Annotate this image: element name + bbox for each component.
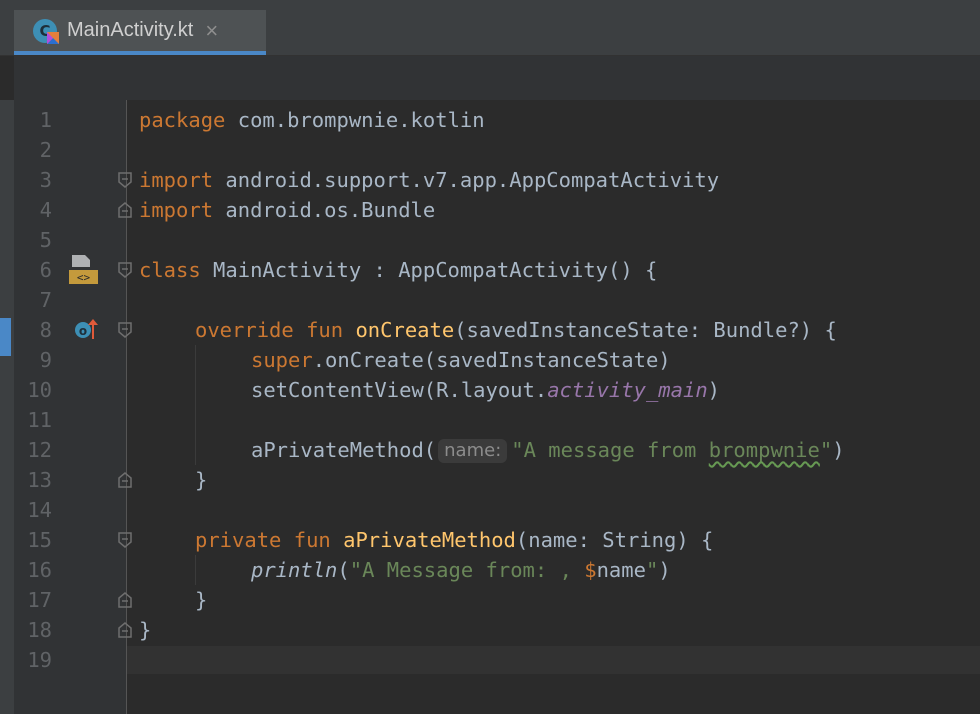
kotlin-class-icon: C <box>33 18 59 44</box>
line-number: 16 <box>27 558 52 582</box>
code-text[interactable]: } <box>195 465 207 495</box>
line-number: 6 <box>39 258 52 282</box>
code-line: 10 setContentView(R.layout.activity_main… <box>0 375 980 405</box>
code-line: 14 <box>0 495 980 525</box>
editor-tab-bar: C MainActivity.kt × <box>0 0 980 56</box>
code-line: 19 <box>0 645 980 675</box>
line-number: 17 <box>27 588 52 612</box>
tab-bar-left-strip <box>0 0 14 55</box>
code-text[interactable]: setContentView(R.layout.activity_main) <box>251 375 720 405</box>
code-line: 13 } <box>0 465 980 495</box>
code-line: 18 } <box>0 615 980 645</box>
line-number: 11 <box>27 408 52 432</box>
code-line: 2 <box>0 135 980 165</box>
line-number: 4 <box>39 198 52 222</box>
typo-underline: brompwnie <box>708 438 820 462</box>
line-number: 19 <box>27 648 52 672</box>
code-text[interactable]: super.onCreate(savedInstanceState) <box>251 345 671 375</box>
code-line: 7 <box>0 285 980 315</box>
code-text[interactable]: } <box>139 615 151 645</box>
code-line: 15 private fun aPrivateMethod(name: Stri… <box>0 525 980 555</box>
code-text[interactable]: class MainActivity : AppCompatActivity()… <box>139 255 657 285</box>
code-line: 9 super.onCreate(savedInstanceState) <box>0 345 980 375</box>
code-line: 3 import android.support.v7.app.AppCompa… <box>0 165 980 195</box>
code-line: 17 } <box>0 585 980 615</box>
code-text[interactable]: println("A Message from: , $name") <box>251 555 671 585</box>
line-number: 3 <box>39 168 52 192</box>
line-number: 2 <box>39 138 52 162</box>
code-line: 8 override fun onCreate(savedInstanceSta… <box>0 315 980 345</box>
line-number: 13 <box>27 468 52 492</box>
line-number: 14 <box>27 498 52 522</box>
tab-label: MainActivity.kt <box>67 19 194 41</box>
line-number: 8 <box>39 318 52 342</box>
line-number: 18 <box>27 618 52 642</box>
code-line: 16 println("A Message from: , $name") <box>0 555 980 585</box>
code-line: 12 aPrivateMethod(name: "A message from b… <box>0 435 980 465</box>
code-line: 4 import android.os.Bundle <box>0 195 980 225</box>
code-text[interactable]: private fun aPrivateMethod(name: String)… <box>195 525 713 555</box>
code-text[interactable]: override fun onCreate(savedInstanceState… <box>195 315 837 345</box>
code-text[interactable]: package com.brompwnie.kotlin <box>139 105 485 135</box>
line-number: 7 <box>39 288 52 312</box>
line-number: 9 <box>39 348 52 372</box>
line-number: 1 <box>39 108 52 132</box>
parameter-hint: name: <box>438 439 508 463</box>
code-text[interactable]: import android.os.Bundle <box>139 195 435 225</box>
line-number: 12 <box>27 438 52 462</box>
close-icon[interactable]: × <box>205 18 218 44</box>
line-number: 10 <box>27 378 52 402</box>
line-number: 15 <box>27 528 52 552</box>
code-line: 11 <box>0 405 980 435</box>
code-line: 1 package com.brompwnie.kotlin <box>0 105 980 135</box>
code-line: 5 <box>0 225 980 255</box>
line-number: 5 <box>39 228 52 252</box>
code-line: 6 class MainActivity : AppCompatActivity… <box>0 255 980 285</box>
tab-main-activity[interactable]: C MainActivity.kt × <box>14 10 266 55</box>
code-text[interactable]: import android.support.v7.app.AppCompatA… <box>139 165 719 195</box>
code-text[interactable]: aPrivateMethod(name: "A message from brom… <box>251 435 845 465</box>
breadcrumb-strip <box>14 56 980 100</box>
code-text[interactable]: } <box>195 585 207 615</box>
